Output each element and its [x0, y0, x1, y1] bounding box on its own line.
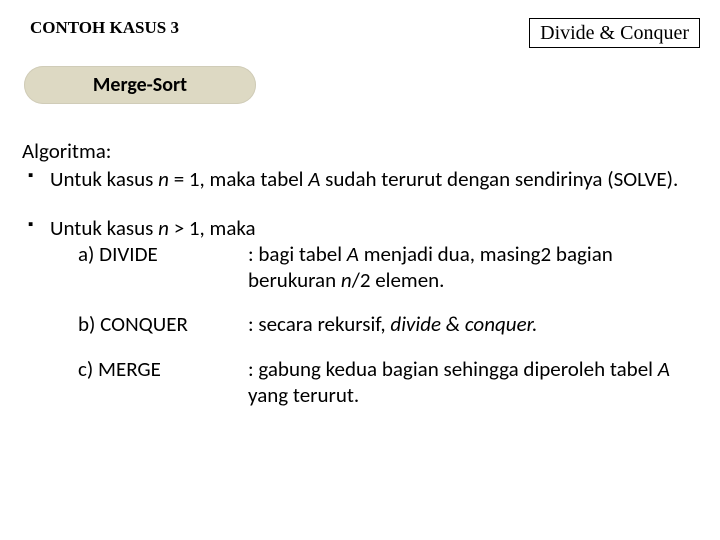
text: Untuk kasus: [50, 215, 158, 241]
topic-pill-label: Merge-Sort: [93, 73, 187, 97]
algo-heading: Algoritma:: [22, 138, 692, 164]
var-n: n: [158, 166, 169, 192]
content-area: Algoritma: Untuk kasus n = 1, maka tabel…: [0, 104, 720, 408]
var-a: A: [658, 356, 670, 382]
step-b: b) CONQUER : secara rekursif, divide & c…: [78, 311, 692, 337]
var-a: A: [347, 241, 359, 267]
topic-pill: Merge-Sort: [24, 66, 256, 104]
step-c-desc: : gabung kedua bagian sehingga diperoleh…: [248, 356, 692, 409]
text: /2 elemen.: [352, 267, 445, 293]
var-a: A: [308, 166, 320, 192]
step-c-label: c) MERGE: [78, 356, 248, 409]
step-b-label: b) CONQUER: [78, 311, 248, 337]
bullet-2: Untuk kasus n > 1, maka a) DIVIDE : bagi…: [50, 215, 692, 409]
var-n: n: [341, 267, 352, 293]
text: sudah terurut dengan sendirinya (SOLVE).: [320, 166, 678, 192]
step-c: c) MERGE : gabung kedua bagian sehingga …: [78, 356, 692, 409]
case-title: CONTOH KASUS 3: [30, 18, 179, 38]
var-n: n: [158, 215, 169, 241]
text: : gabung kedua bagian sehingga diperoleh…: [248, 356, 658, 382]
em-text: divide & conquer.: [390, 311, 537, 337]
bullet-1: Untuk kasus n = 1, maka tabel A sudah te…: [50, 166, 692, 192]
step-b-desc: : secara rekursif, divide & conquer.: [248, 311, 692, 337]
step-a-label: a) DIVIDE: [78, 241, 248, 294]
text: Untuk kasus: [50, 166, 158, 192]
text: : secara rekursif,: [248, 311, 390, 337]
text: : bagi tabel: [248, 241, 347, 267]
step-a: a) DIVIDE : bagi tabel A menjadi dua, ma…: [78, 241, 692, 294]
text: = 1, maka tabel: [169, 166, 308, 192]
text: yang terurut.: [248, 382, 359, 408]
text: > 1, maka: [169, 215, 256, 241]
step-a-desc: : bagi tabel A menjadi dua, masing2 bagi…: [248, 241, 692, 294]
divide-conquer-box: Divide & Conquer: [529, 18, 700, 48]
